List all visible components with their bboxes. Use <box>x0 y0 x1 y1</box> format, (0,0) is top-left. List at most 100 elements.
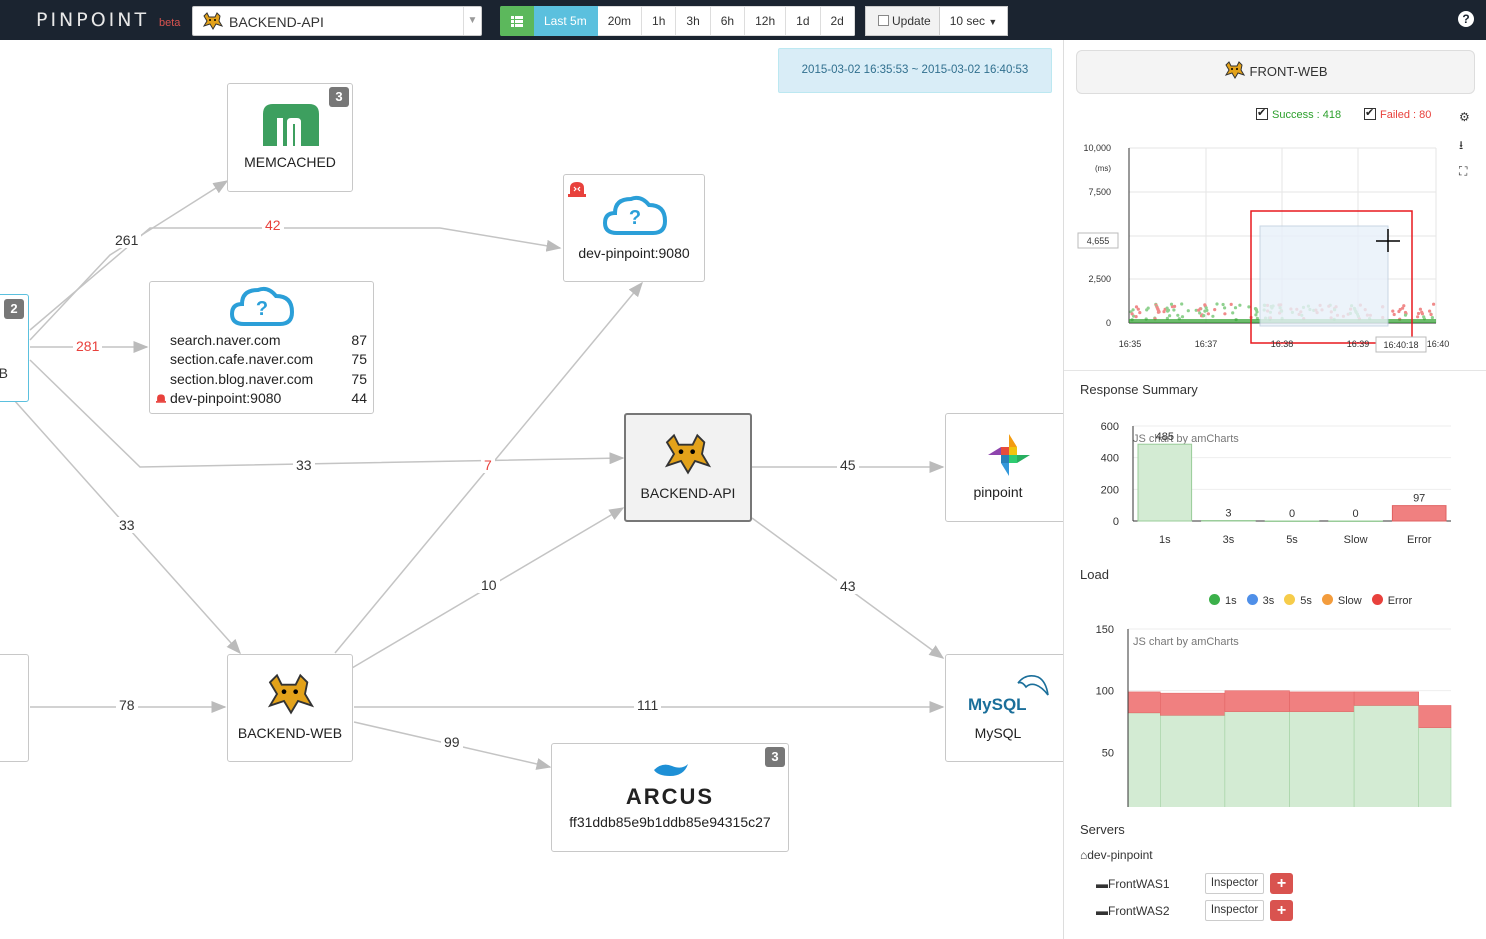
area-1s <box>1289 711 1355 807</box>
failed-point <box>1418 307 1422 311</box>
failed-point <box>1198 307 1202 311</box>
success-filter[interactable]: Success : 418 <box>1256 106 1341 121</box>
node-front-web-partial[interactable]: 2 B <box>0 294 29 402</box>
node-label: pinpoint <box>973 484 1023 500</box>
edge-count-label[interactable]: 33 <box>116 517 138 533</box>
node-pinpoint[interactable]: pinpoint <box>945 413 1063 522</box>
edge-count-label[interactable]: 33 <box>293 457 315 473</box>
y-tick: 10,000 <box>1083 143 1111 153</box>
node-memcached[interactable]: 3 MEMCACHED <box>227 83 353 192</box>
drag-selection <box>1259 225 1389 327</box>
legend-dot-icon <box>1371 594 1383 605</box>
legend-item-5s[interactable]: 5s <box>1284 594 1312 607</box>
y-tick-label: 100 <box>1096 686 1114 698</box>
update-toggle[interactable]: Update <box>865 6 940 36</box>
range-6h[interactable]: 6h <box>710 6 746 36</box>
list-icon[interactable] <box>500 6 534 36</box>
edge-count-label[interactable]: 45 <box>837 457 859 473</box>
list-item[interactable]: section.blog.naver.com 75 <box>170 371 367 387</box>
node-dev-pinpoint[interactable]: ? dev-pinpoint:9080 <box>563 174 705 282</box>
inspector-button[interactable]: Inspector <box>1205 873 1264 894</box>
node-backend-web[interactable]: BACKEND-WEB <box>227 654 353 762</box>
interval-dropdown[interactable]: 10 sec ▼ <box>939 6 1009 36</box>
success-checkbox[interactable] <box>1256 106 1268 120</box>
pinpoint-logo[interactable]: PINPOINT <box>36 9 149 31</box>
server-name-text: FrontWAS1 <box>1108 877 1170 891</box>
list-item[interactable]: search.naver.com 87 <box>170 332 367 348</box>
legend-dot-icon <box>1209 594 1220 605</box>
range-1d[interactable]: 1d <box>786 6 821 36</box>
edge-count-label[interactable]: 281 <box>73 338 103 354</box>
divider <box>1064 370 1486 371</box>
edge-count-label[interactable]: 7 <box>481 457 495 473</box>
gear-icon[interactable]: ⚙ <box>1459 110 1470 124</box>
legend-dot-icon <box>1321 594 1333 605</box>
bar-value-label: 485 <box>1156 431 1174 443</box>
node-unknown-group[interactable]: ? search.naver.com 87 section.cafe.naver… <box>149 281 374 414</box>
inspector-button[interactable]: Inspector <box>1205 900 1264 921</box>
success-point <box>1180 302 1184 306</box>
server-map[interactable]: 2015-03-02 16:35:53 ~ 2015-03-02 16:40:5… <box>0 40 1063 939</box>
x-tick: 16:40 <box>1427 339 1450 349</box>
range-last-5m[interactable]: Last 5m <box>534 6 598 36</box>
load-chart[interactable]: JS chart by amCharts 05010015016:3516:36… <box>1074 622 1474 807</box>
list-item[interactable]: section.cafe.naver.com 75 <box>170 351 367 367</box>
list-item[interactable]: dev-pinpoint:9080 44 <box>156 390 367 406</box>
node-backend-api[interactable]: BACKEND-API <box>624 413 752 522</box>
node-left-partial[interactable] <box>0 654 29 762</box>
legend-item-error[interactable]: Error <box>1371 594 1413 607</box>
server-name[interactable]: ▬FrontWAS2 <box>1096 904 1170 918</box>
servers-title: Servers <box>1080 822 1125 837</box>
success-point <box>1233 306 1238 310</box>
y-tick: 7,500 <box>1088 187 1111 197</box>
failed-point <box>1391 309 1395 313</box>
add-icon[interactable]: + <box>1270 873 1293 894</box>
expand-icon[interactable]: ⛶ <box>1459 164 1467 179</box>
time-range-selector: Last 5m 20m 1h 3h 6h 12h 1d 2d <box>500 6 855 36</box>
dropdown-arrow-icon[interactable]: ▼ <box>463 7 481 35</box>
server-name[interactable]: ▬FrontWAS1 <box>1096 877 1170 891</box>
edge-count-label[interactable]: 10 <box>478 577 500 593</box>
area-error <box>1160 692 1226 716</box>
add-icon[interactable]: + <box>1270 900 1293 921</box>
legend-item-1s[interactable]: 1s <box>1209 594 1237 607</box>
x-tick: 16:39 <box>1347 339 1370 349</box>
edge-count-label[interactable]: 261 <box>112 232 142 248</box>
y-tick-label: 0 <box>1113 516 1119 528</box>
range-2d[interactable]: 2d <box>820 6 855 36</box>
update-checkbox[interactable] <box>878 15 889 26</box>
host-name: search.naver.com <box>170 332 281 348</box>
bar-slow <box>1328 520 1383 522</box>
bar-3s <box>1201 520 1256 522</box>
tomcat-icon <box>202 12 224 30</box>
success-point <box>1186 309 1190 313</box>
server-group[interactable]: ⌂dev-pinpoint <box>1080 848 1153 862</box>
download-icon[interactable]: ⭳ <box>1459 136 1463 157</box>
failed-checkbox[interactable] <box>1364 106 1376 120</box>
response-scatter-chart[interactable]: 10,000 (ms) 7,500 2,500 0 4,655 16:35 16… <box>1074 138 1454 360</box>
failed-point <box>1429 312 1433 317</box>
legend-item-3s[interactable]: 3s <box>1246 594 1274 607</box>
legend-label: 5s <box>1300 595 1312 607</box>
edge-count-label[interactable]: 99 <box>441 734 463 750</box>
node-mysql[interactable]: MySQL MySQL <box>945 654 1063 762</box>
success-point <box>1202 314 1206 318</box>
help-icon[interactable]: ? <box>1458 11 1474 27</box>
range-12h[interactable]: 12h <box>745 6 787 36</box>
legend-item-slow[interactable]: Slow <box>1321 594 1362 607</box>
response-summary-chart[interactable]: JS chart by amCharts 0 200 400 600 485 1s 3 3s 0… <box>1074 412 1474 557</box>
range-3h[interactable]: 3h <box>676 6 711 36</box>
node-label: BACKEND-WEB <box>237 725 343 741</box>
range-20m[interactable]: 20m <box>597 6 643 36</box>
application-selector[interactable]: BACKEND-API ▼ <box>192 6 482 36</box>
failed-point <box>1206 312 1210 316</box>
edge-count-label[interactable]: 78 <box>116 697 138 713</box>
failed-filter[interactable]: Failed : 80 <box>1364 106 1431 121</box>
range-1h[interactable]: 1h <box>642 6 677 36</box>
edge-count-label[interactable]: 43 <box>837 578 859 594</box>
failed-point <box>1229 302 1233 306</box>
edge-count-label[interactable]: 42 <box>262 217 284 233</box>
legend-label: Error <box>1387 595 1413 607</box>
edge-count-label[interactable]: 111 <box>634 697 662 713</box>
node-arcus[interactable]: ARCUS 3 ff31ddb85e9b1ddb85e94315c27 <box>551 743 789 852</box>
